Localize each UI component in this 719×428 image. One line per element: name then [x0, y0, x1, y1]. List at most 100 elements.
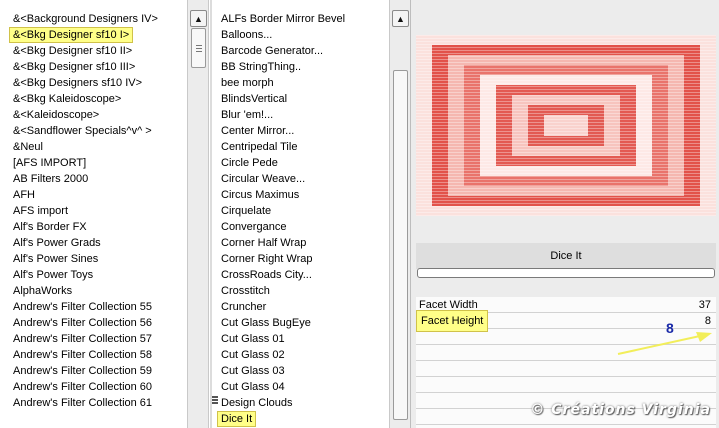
preview-image — [416, 35, 716, 216]
category-item-label: &<Kaleidoscope> — [13, 109, 100, 121]
category-item-label: AFS import — [13, 205, 69, 217]
filter-list-item[interactable]: BB StringThing.. — [212, 59, 390, 75]
category-list[interactable]: &<Background Designers IV> &<Bkg Designer… — [0, 0, 188, 428]
filter-list-item[interactable]: Circle Pede — [212, 155, 390, 171]
param-row-empty — [416, 361, 716, 377]
filter-item-label: Blur 'em!... — [221, 109, 274, 121]
filter-item-label: Centripedal Tile — [221, 141, 298, 153]
category-item-label: Andrew's Filter Collection 61 — [13, 397, 153, 409]
filter-list-item[interactable]: Design Clouds — [212, 395, 390, 411]
category-list-item[interactable]: Andrew's Filter Collection 61 — [0, 395, 188, 411]
category-list-item[interactable]: Andrew's Filter Collection 56 — [0, 315, 188, 331]
category-scroll-up-button[interactable]: ▲ — [190, 10, 207, 27]
category-item-label: Andrew's Filter Collection 55 — [13, 301, 153, 313]
category-list-item[interactable]: Andrew's Filter Collection 59 — [0, 363, 188, 379]
category-list-item[interactable]: Alf's Border FX — [0, 219, 188, 235]
filter-scrollbar[interactable]: ▲ — [389, 0, 411, 428]
category-item-label: &<Background Designers IV> — [13, 13, 158, 25]
category-item-label: Andrew's Filter Collection 59 — [13, 365, 153, 377]
filter-list-item[interactable]: bee morph — [212, 75, 390, 91]
category-item-label: &<Bkg Designer sf10 II> — [13, 45, 133, 57]
filter-item-label: Design Clouds — [221, 397, 293, 409]
category-list-item[interactable]: &<Bkg Kaleidoscope> — [0, 91, 188, 107]
category-list-item[interactable]: &<Bkg Designer sf10 I> — [0, 27, 188, 43]
filter-item-label: Circular Weave... — [221, 173, 306, 185]
filter-item-label: Circle Pede — [221, 157, 278, 169]
filter-list-item[interactable]: Blur 'em!... — [212, 107, 390, 123]
category-list-item[interactable]: &<Kaleidoscope> — [0, 107, 188, 123]
category-list-item[interactable]: Andrew's Filter Collection 58 — [0, 347, 188, 363]
filter-list-item[interactable]: Cut Glass 01 — [212, 331, 390, 347]
filter-item-label: Cut Glass BugEye — [221, 317, 311, 329]
progress-bar — [417, 268, 715, 278]
filter-item-label: Cruncher — [221, 301, 267, 313]
filter-item-label: Barcode Generator... — [221, 45, 324, 57]
category-list-item[interactable]: [AFS IMPORT] — [0, 155, 188, 171]
filter-list-item[interactable]: ALFs Border Mirror Bevel — [212, 11, 390, 27]
filter-list-item[interactable]: Cut Glass BugEye — [212, 315, 390, 331]
filter-item-label: Cut Glass 04 — [221, 381, 285, 393]
category-list-item[interactable]: &<Background Designers IV> — [0, 11, 188, 27]
category-list-item[interactable]: AFS import — [0, 203, 188, 219]
filter-list-item[interactable]: Cirquelate — [212, 203, 390, 219]
filter-list-item[interactable]: BlindsVertical — [212, 91, 390, 107]
filter-list-item[interactable]: Circus Maximus — [212, 187, 390, 203]
category-item-label: Alf's Power Sines — [13, 253, 99, 265]
filter-list-item[interactable]: Centripedal Tile — [212, 139, 390, 155]
filter-list-item[interactable]: Cut Glass 03 — [212, 363, 390, 379]
category-list-item[interactable]: &<Bkg Designer sf10 III> — [0, 59, 188, 75]
filter-item-label: Cut Glass 01 — [221, 333, 285, 345]
category-item-label: Andrew's Filter Collection 56 — [13, 317, 153, 329]
category-list-item[interactable]: AB Filters 2000 — [0, 171, 188, 187]
category-list-item[interactable]: &<Sandflower Specials^v^ > — [0, 123, 188, 139]
category-item-label: &<Bkg Designers sf10 IV> — [13, 77, 143, 89]
filter-item-label: Crosstitch — [221, 285, 270, 297]
category-list-item[interactable]: Andrew's Filter Collection 60 — [0, 379, 188, 395]
category-list-item[interactable]: Andrew's Filter Collection 57 — [0, 331, 188, 347]
param-row-empty — [416, 377, 716, 393]
filter-list-item[interactable]: Corner Right Wrap — [212, 251, 390, 267]
category-list-item[interactable]: AFH — [0, 187, 188, 203]
filter-item-label: Balloons... — [221, 29, 273, 41]
param-label-highlighted: Facet Height — [416, 310, 489, 332]
filter-item-label: bee morph — [221, 77, 274, 89]
category-list-item[interactable]: &<Bkg Designers sf10 IV> — [0, 75, 188, 91]
filter-list-item[interactable]: Circular Weave... — [212, 171, 390, 187]
param-value[interactable]: 37 — [699, 297, 711, 313]
category-list-item[interactable]: &<Bkg Designer sf10 II> — [0, 43, 188, 59]
param-value[interactable]: 8 — [705, 313, 711, 329]
filter-item-label: ALFs Border Mirror Bevel — [221, 13, 346, 25]
filter-preview-panel: Dice It Facet Width 37 Facet Height 8 8 — [410, 0, 719, 428]
annotation-arrow-icon — [617, 332, 712, 355]
filter-scroll-up-button[interactable]: ▲ — [392, 10, 409, 27]
filter-list-item[interactable]: CrossRoads City... — [212, 267, 390, 283]
category-item-label: Alf's Power Grads — [13, 237, 101, 249]
category-list-item[interactable]: Alf's Power Grads — [0, 235, 188, 251]
filter-list-item[interactable]: Cut Glass 04 — [212, 379, 390, 395]
filter-list[interactable]: ALFs Border Mirror Bevel Balloons... Barco… — [212, 0, 390, 428]
filter-list-item[interactable]: Cut Glass 02 — [212, 347, 390, 363]
filter-item-selected-label: Dice It — [217, 411, 257, 427]
filter-list-item[interactable]: Corner Half Wrap — [212, 235, 390, 251]
filter-list-item[interactable]: Cruncher — [212, 299, 390, 315]
filter-list-item[interactable]: Barcode Generator... — [212, 43, 390, 59]
filter-item-label: BB StringThing.. — [221, 61, 302, 73]
filter-list-item[interactable]: Center Mirror... — [212, 123, 390, 139]
filter-item-label: CrossRoads City... — [221, 269, 312, 281]
category-list-item[interactable]: &Neul — [0, 139, 188, 155]
category-scroll-thumb[interactable] — [191, 28, 206, 68]
category-scrollbar[interactable]: ▲ — [187, 0, 209, 428]
filter-list-item[interactable]: Crosstitch — [212, 283, 390, 299]
category-item-label: Alf's Border FX — [13, 221, 87, 233]
filter-name-bar: Dice It — [416, 243, 716, 269]
filter-list-item[interactable]: Balloons... — [212, 27, 390, 43]
filter-scroll-thumb[interactable] — [393, 70, 408, 420]
filter-list-item[interactable]: Dice It — [212, 411, 390, 427]
category-list-item[interactable]: Alf's Power Sines — [0, 251, 188, 267]
category-list-item[interactable]: Andrew's Filter Collection 55 — [0, 299, 188, 315]
category-item-label: AlphaWorks — [13, 285, 73, 297]
category-item-label: Andrew's Filter Collection 60 — [13, 381, 153, 393]
category-list-item[interactable]: Alf's Power Toys — [0, 267, 188, 283]
category-list-item[interactable]: AlphaWorks — [0, 283, 188, 299]
filter-list-item[interactable]: Convergance — [212, 219, 390, 235]
